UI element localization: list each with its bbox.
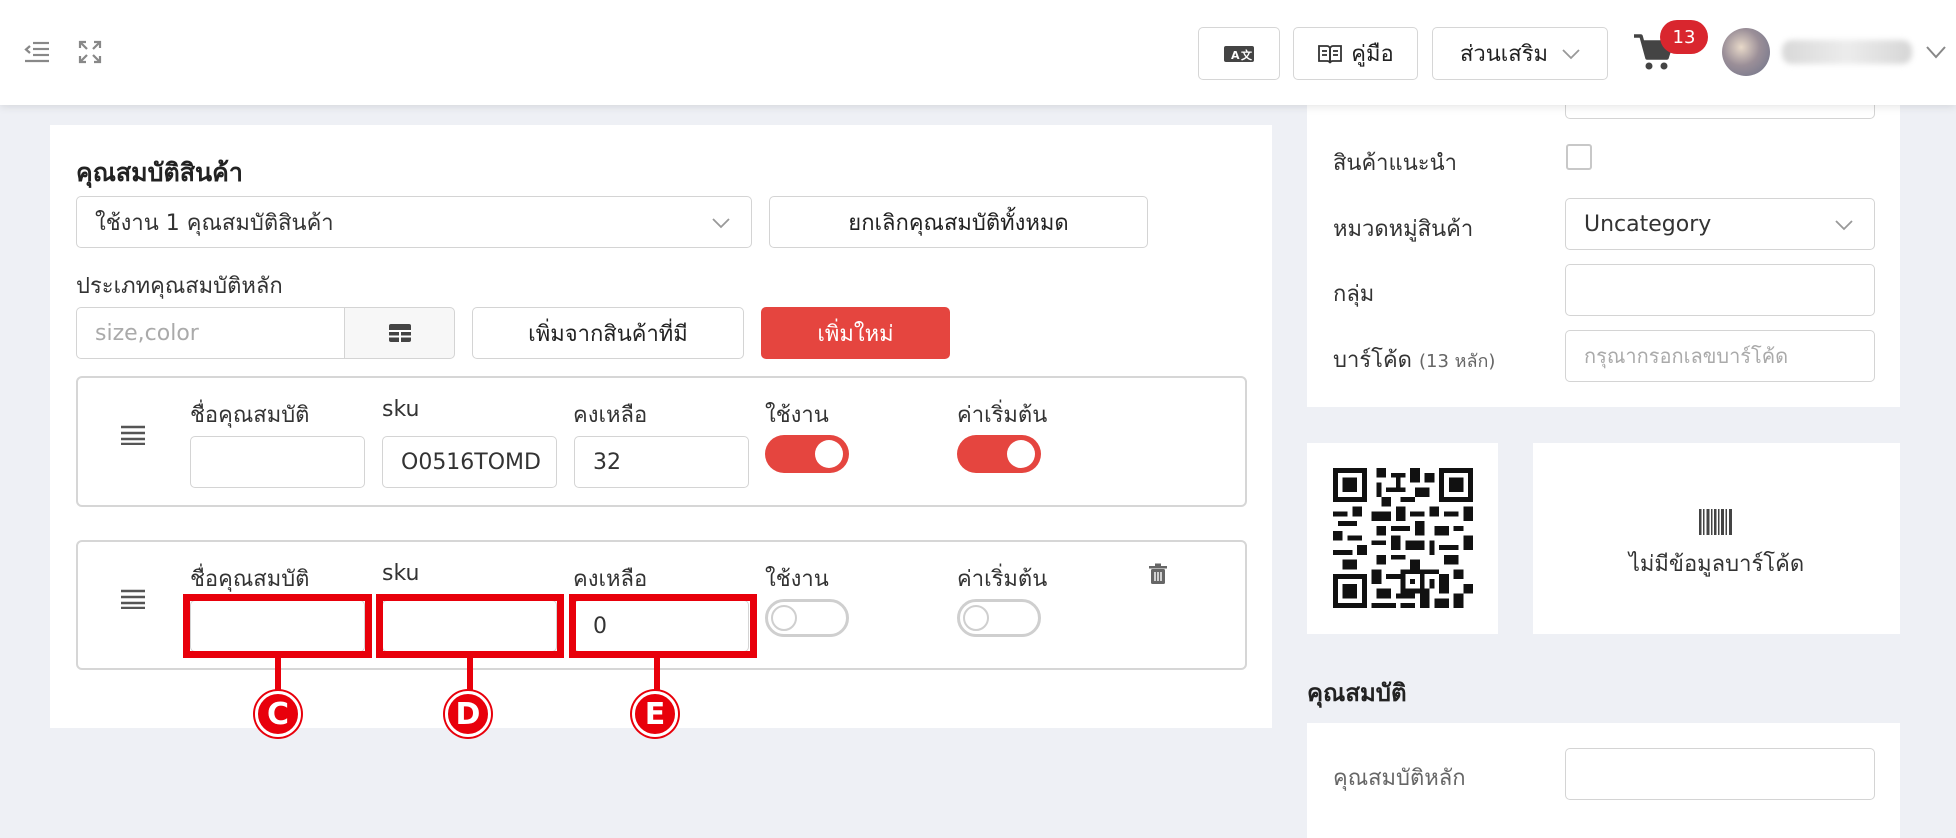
column-active-label: ใช้งาน bbox=[765, 403, 829, 428]
callout-c: C bbox=[255, 691, 301, 737]
svg-text:A: A bbox=[1231, 49, 1240, 62]
default-toggle[interactable] bbox=[957, 599, 1041, 637]
toggle-knob bbox=[771, 605, 797, 631]
sku-input[interactable]: O0516TOMD bbox=[382, 436, 557, 488]
active-toggle[interactable] bbox=[765, 435, 849, 473]
svg-text:文: 文 bbox=[1241, 48, 1253, 62]
barcode-input[interactable]: กรุณากรอกเลขบาร์โค้ด bbox=[1565, 330, 1875, 382]
toggle-knob bbox=[1007, 440, 1035, 468]
group-input[interactable] bbox=[1565, 264, 1875, 316]
toggle-knob bbox=[815, 440, 843, 468]
column-stock-label: คงเหลือ bbox=[573, 567, 648, 592]
stock-input[interactable]: 32 bbox=[574, 436, 749, 488]
table-select-button[interactable] bbox=[344, 307, 455, 359]
avatar[interactable] bbox=[1722, 28, 1770, 76]
barcode-label-text: บาร์โค้ด bbox=[1333, 348, 1412, 373]
column-active-label: ใช้งาน bbox=[765, 567, 829, 592]
callout-d: D bbox=[445, 691, 491, 737]
translate-button[interactable]: A文 bbox=[1198, 27, 1280, 80]
default-toggle[interactable] bbox=[957, 435, 1041, 473]
column-default-label: ค่าเริ่มต้น bbox=[957, 403, 1048, 428]
chevron-down-icon bbox=[1562, 48, 1580, 59]
main-type-label: ประเภทคุณสมบัติหลัก bbox=[76, 274, 283, 299]
barcode-icon bbox=[1699, 509, 1732, 535]
toggle-knob bbox=[963, 605, 989, 631]
callout-e: E bbox=[632, 691, 678, 737]
barcode-hint: (13 หลัก) bbox=[1418, 351, 1496, 372]
category-select[interactable]: Uncategory bbox=[1565, 198, 1875, 250]
highlight-name-input bbox=[183, 594, 372, 658]
main-type-input[interactable]: size,color bbox=[76, 307, 346, 359]
collapse-sidebar-icon[interactable] bbox=[24, 40, 50, 68]
cart-count-badge: 13 bbox=[1660, 20, 1708, 54]
column-default-label: ค่าเริ่มต้น bbox=[957, 567, 1048, 592]
main-attribute-input[interactable] bbox=[1565, 748, 1875, 800]
group-label: กลุ่ม bbox=[1333, 282, 1375, 307]
top-bar: A文 คู่มือ ส่วนเสริม 13 bbox=[0, 0, 1956, 105]
table-icon bbox=[388, 324, 411, 342]
cancel-all-attributes-button[interactable]: ยกเลิกคุณสมบัติทั้งหมด bbox=[769, 196, 1148, 248]
attribute-usage-select[interactable]: ใช้งาน 1 คุณสมบัติสินค้า bbox=[76, 196, 752, 248]
column-sku-label: sku bbox=[382, 397, 420, 422]
addons-label: ส่วนเสริม bbox=[1459, 42, 1549, 67]
main-attribute-label: คุณสมบัติหลัก bbox=[1333, 766, 1466, 791]
fullscreen-icon[interactable] bbox=[78, 40, 102, 68]
highlight-stock-input bbox=[569, 594, 757, 658]
drag-handle-icon[interactable] bbox=[121, 425, 145, 449]
attribute-usage-value: ใช้งาน 1 คุณสมบัติสินค้า bbox=[95, 210, 334, 236]
guide-label: คู่มือ bbox=[1351, 42, 1394, 67]
barcode-card bbox=[1533, 443, 1900, 634]
qr-code-image bbox=[1333, 468, 1473, 608]
chevron-down-icon bbox=[712, 218, 730, 229]
callout-line bbox=[467, 656, 473, 696]
book-icon bbox=[1318, 44, 1343, 63]
user-menu-chevron-icon[interactable] bbox=[1926, 44, 1946, 63]
recommended-label: สินค้าแนะนำ bbox=[1333, 151, 1457, 176]
attribute-name-input[interactable] bbox=[190, 436, 365, 488]
active-toggle[interactable] bbox=[765, 599, 849, 637]
trash-icon[interactable] bbox=[1148, 563, 1168, 589]
add-new-button[interactable]: เพิ่มใหม่ bbox=[761, 307, 950, 359]
drag-handle-icon[interactable] bbox=[121, 589, 145, 613]
user-name-blurred[interactable] bbox=[1782, 40, 1912, 64]
column-sku-label: sku bbox=[382, 561, 420, 586]
side-attributes-title: คุณสมบัติ bbox=[1307, 679, 1407, 707]
addons-dropdown[interactable]: ส่วนเสริม bbox=[1432, 27, 1608, 80]
column-stock-label: คงเหลือ bbox=[573, 403, 648, 428]
highlight-sku-input bbox=[376, 594, 564, 658]
add-from-existing-button[interactable]: เพิ่มจากสินค้าที่มี bbox=[472, 307, 744, 359]
barcode-label: บาร์โค้ด (13 หลัก) bbox=[1333, 342, 1495, 377]
translate-icon: A文 bbox=[1224, 45, 1254, 62]
category-value: Uncategory bbox=[1584, 211, 1712, 237]
chevron-down-icon bbox=[1835, 220, 1853, 231]
callout-line bbox=[275, 656, 281, 696]
callout-line bbox=[654, 656, 660, 696]
attributes-title: คุณสมบัติสินค้า bbox=[76, 158, 243, 187]
column-name-label: ชื่อคุณสมบัติ bbox=[190, 403, 310, 428]
no-barcode-text: ไม่มีข้อมูลบาร์โค้ด bbox=[1628, 552, 1805, 577]
recommended-checkbox[interactable] bbox=[1566, 144, 1592, 170]
guide-button[interactable]: คู่มือ bbox=[1293, 27, 1418, 80]
category-label: หมวดหมู่สินค้า bbox=[1333, 217, 1474, 242]
column-name-label: ชื่อคุณสมบัติ bbox=[190, 567, 310, 592]
